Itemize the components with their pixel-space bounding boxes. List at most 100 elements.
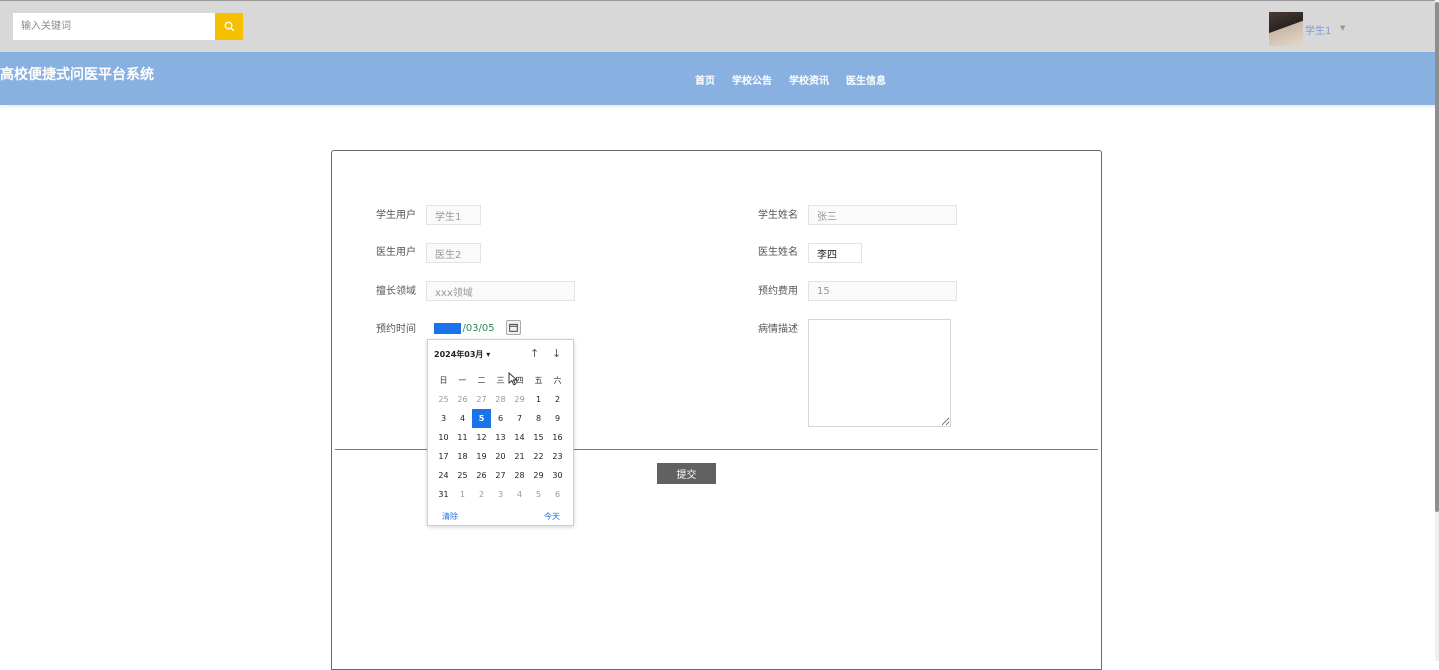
weekday-header: 日 一 二 三 四 五 六 — [434, 371, 570, 390]
calendar-day[interactable]: 30 — [548, 466, 567, 485]
site-title: 高校便捷式问医平台系统 — [0, 67, 154, 83]
calendar-week: 3 4 5 6 7 8 9 — [434, 409, 570, 428]
description-textarea[interactable] — [808, 319, 951, 427]
student-account-label: 学生用户 — [376, 210, 416, 221]
calendar-day[interactable]: 25 — [434, 390, 453, 409]
nav-item-doctors[interactable]: 医生信息 — [846, 72, 886, 87]
calendar-day[interactable]: 16 — [548, 428, 567, 447]
calendar-today-button[interactable]: 今天 — [544, 511, 560, 522]
calendar-clear-button[interactable]: 清除 — [442, 511, 458, 522]
weekday-label: 六 — [553, 376, 562, 385]
calendar-day[interactable]: 12 — [472, 428, 491, 447]
avatar[interactable] — [1269, 12, 1303, 46]
page-scrollbar[interactable] — [1435, 0, 1439, 661]
arrow-down-icon[interactable]: ↓ — [552, 347, 561, 360]
date-year-segment[interactable]: 2024 — [434, 322, 462, 334]
calendar-day[interactable]: 26 — [453, 390, 472, 409]
calendar-day[interactable]: 28 — [491, 390, 510, 409]
calendar-day[interactable]: 8 — [529, 409, 548, 428]
calendar-day[interactable]: 9 — [548, 409, 567, 428]
calendar-day[interactable]: 15 — [529, 428, 548, 447]
fee-label: 预约费用 — [758, 286, 798, 297]
caret-down-icon[interactable]: ▼ — [1340, 24, 1345, 32]
specialty-label: 擅长领域 — [376, 286, 416, 297]
calendar-day[interactable]: 6 — [491, 409, 510, 428]
calendar-day[interactable]: 27 — [491, 466, 510, 485]
calendar-day[interactable]: 2 — [548, 390, 567, 409]
calendar-day[interactable]: 4 — [453, 409, 472, 428]
student-name-field[interactable] — [808, 205, 957, 225]
weekday-label: 二 — [477, 376, 486, 385]
month-label: 2024年03月 — [434, 350, 484, 359]
weekday-label: 五 — [534, 376, 543, 385]
arrow-up-icon[interactable]: ↑ — [530, 347, 539, 360]
calendar-day[interactable]: 23 — [548, 447, 567, 466]
calendar-day[interactable]: 14 — [510, 428, 529, 447]
doctor-name-label: 医生姓名 — [758, 247, 798, 258]
calendar-week: 31 1 2 3 4 5 6 — [434, 485, 570, 504]
calendar-day[interactable]: 1 — [529, 390, 548, 409]
doctor-name-field[interactable] — [808, 243, 862, 263]
calendar-week: 25 26 27 28 29 1 2 — [434, 390, 570, 409]
calendar-day[interactable]: 27 — [472, 390, 491, 409]
scrollbar-thumb[interactable] — [1435, 2, 1439, 512]
calendar-week: 24 25 26 27 28 29 30 — [434, 466, 570, 485]
calendar-week: 10 11 12 13 14 15 16 — [434, 428, 570, 447]
calendar-day[interactable]: 10 — [434, 428, 453, 447]
calendar-day[interactable]: 26 — [472, 466, 491, 485]
calendar-day[interactable]: 25 — [453, 466, 472, 485]
appointment-date-input[interactable]: 2024 /03/05 — [434, 321, 495, 335]
calendar-day[interactable]: 3 — [434, 409, 453, 428]
nav-item-announcements[interactable]: 学校公告 — [732, 72, 772, 87]
search-input[interactable] — [13, 13, 215, 40]
calendar-day[interactable]: 22 — [529, 447, 548, 466]
description-label: 病情描述 — [758, 324, 798, 335]
nav-item-home[interactable]: 首页 — [695, 72, 715, 87]
calendar-day[interactable]: 13 — [491, 428, 510, 447]
calendar-day[interactable]: 21 — [510, 447, 529, 466]
top-bar: 学生1 ▼ — [0, 0, 1439, 52]
specialty-field[interactable] — [426, 281, 575, 301]
username[interactable]: 学生1 — [1305, 22, 1331, 37]
calendar-day[interactable]: 29 — [529, 466, 548, 485]
calendar-day[interactable]: 19 — [472, 447, 491, 466]
calendar-day[interactable]: 5 — [529, 485, 548, 504]
calendar-day[interactable]: 7 — [510, 409, 529, 428]
calendar-day[interactable]: 11 — [453, 428, 472, 447]
mouse-cursor-icon — [508, 372, 519, 386]
student-name-label: 学生姓名 — [758, 210, 798, 221]
calendar-toggle-button[interactable] — [506, 320, 521, 335]
calendar-day[interactable]: 18 — [453, 447, 472, 466]
calendar-day[interactable]: 1 — [453, 485, 472, 504]
search-icon — [224, 21, 234, 32]
date-picker-popup: 2024年03月 ▾ ↑ ↓ 日 一 二 三 四 五 六 25 26 27 28… — [427, 339, 574, 526]
student-account-field[interactable] — [426, 205, 481, 225]
calendar-day[interactable]: 28 — [510, 466, 529, 485]
doctor-account-field[interactable] — [426, 243, 481, 263]
fee-field[interactable] — [808, 281, 957, 301]
nav-bar: 高校便捷式问医平台系统 首页 学校公告 学校资讯 医生信息 — [0, 52, 1439, 105]
calendar-day-selected[interactable]: 5 — [472, 409, 491, 428]
search-button[interactable] — [215, 13, 243, 40]
calendar-day[interactable]: 17 — [434, 447, 453, 466]
calendar-day[interactable]: 29 — [510, 390, 529, 409]
calendar-day[interactable]: 6 — [548, 485, 567, 504]
calendar-day[interactable]: 20 — [491, 447, 510, 466]
nav-menu: 首页 学校公告 学校资讯 医生信息 — [695, 72, 886, 87]
nav-item-news[interactable]: 学校资讯 — [789, 72, 829, 87]
calendar-day[interactable]: 4 — [510, 485, 529, 504]
submit-button[interactable]: 提交 — [657, 463, 716, 484]
calendar-day[interactable]: 3 — [491, 485, 510, 504]
calendar-icon — [509, 323, 518, 332]
calendar-day[interactable]: 31 — [434, 485, 453, 504]
calendar-day[interactable]: 24 — [434, 466, 453, 485]
calendar-day[interactable]: 2 — [472, 485, 491, 504]
weekday-label: 一 — [458, 376, 467, 385]
appointment-time-label: 预约时间 — [376, 324, 416, 335]
calendar-grid: 日 一 二 三 四 五 六 25 26 27 28 29 1 2 3 4 5 6… — [434, 371, 570, 504]
calendar-week: 17 18 19 20 21 22 23 — [434, 447, 570, 466]
month-selector[interactable]: 2024年03月 ▾ — [434, 349, 490, 360]
weekday-label: 日 — [439, 376, 448, 385]
doctor-account-label: 医生用户 — [376, 247, 416, 258]
date-month-day-segment[interactable]: /03/05 — [462, 323, 494, 334]
